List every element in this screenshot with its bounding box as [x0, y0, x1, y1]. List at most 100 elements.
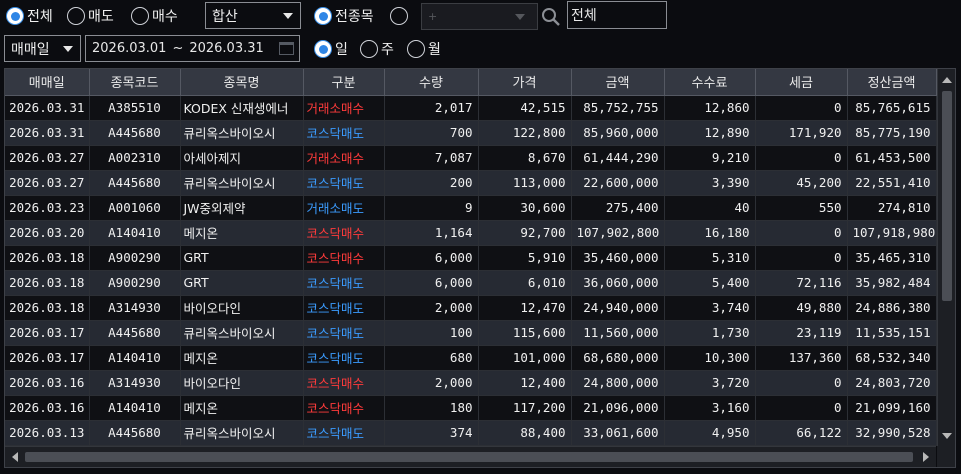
cell-date: 2026.03.18	[5, 295, 90, 321]
radio-indicator	[131, 7, 149, 25]
cell-date: 2026.03.20	[5, 220, 90, 246]
cell-type: 코스닥매도	[303, 345, 385, 371]
table-row[interactable]: 2026.03.13 A445680 큐리옥스바이오시 코스닥매도 374 88,400 3…	[5, 420, 937, 446]
cell-tax: 72,116	[755, 270, 848, 296]
col-header-type[interactable]: 구분	[303, 69, 385, 96]
table-row[interactable]: 2026.03.31 A385510 KODEX 신재생에너 거래소매수 2,017 42…	[5, 95, 937, 121]
col-header-code[interactable]: 종목코드	[89, 69, 181, 96]
table-row[interactable]: 2026.03.17 A445680 큐리옥스바이오시 코스닥매도 100 115,600…	[5, 320, 937, 346]
cell-type: 코스닥매수	[303, 220, 385, 246]
stock-name-value: 전체	[571, 8, 597, 24]
col-header-name[interactable]: 종목명	[180, 69, 304, 96]
scroll-up-icon[interactable]	[942, 77, 952, 83]
table-row[interactable]: 2026.03.18 A900290 GRT 코스닥매도 6,000 6,010 36,06…	[5, 270, 937, 296]
col-header-date[interactable]: 매매일	[5, 69, 90, 96]
cell-amount: 22,600,000	[571, 170, 665, 196]
cell-date: 2026.03.31	[5, 95, 90, 121]
aggregate-select[interactable]: 합산	[205, 2, 301, 29]
cell-price: 12,400	[478, 370, 572, 396]
cell-amount: 11,560,000	[571, 320, 665, 346]
trade-table: 매매일 종목코드 종목명 구분 수량 가격 금액 수수료 세금 정산금액 202…	[5, 69, 937, 446]
cell-settle: 24,803,720	[847, 370, 937, 396]
date-from: 2026.03.01	[92, 41, 167, 56]
stock-search-button[interactable]	[537, 3, 565, 30]
table-row[interactable]: 2026.03.20 A140410 메지온 코스닥매수 1,164 92,700 107,…	[5, 220, 937, 246]
vertical-scrollbar[interactable]	[937, 69, 955, 446]
table-row[interactable]: 2026.03.16 A140410 메지온 코스닥매수 180 117,200 21,09…	[5, 395, 937, 421]
cell-fee: 10,300	[664, 345, 756, 371]
col-header-amount[interactable]: 금액	[571, 69, 665, 96]
cell-name: GRT	[180, 245, 304, 271]
radio-period-week[interactable]: 주	[360, 38, 394, 60]
scroll-right-icon[interactable]	[923, 452, 929, 462]
cell-code: A445680	[89, 120, 181, 146]
table-row[interactable]: 2026.03.18 A900290 GRT 코스닥매수 6,000 5,910 35,46…	[5, 245, 937, 271]
calendar-icon[interactable]	[279, 42, 294, 55]
cell-code: A002310	[89, 145, 181, 171]
radio-single-stock[interactable]	[390, 5, 408, 27]
cell-name: 메지온	[180, 395, 304, 421]
scroll-down-icon[interactable]	[942, 433, 952, 439]
scroll-left-icon[interactable]	[12, 452, 18, 462]
cell-code: A140410	[89, 345, 181, 371]
col-header-price[interactable]: 가격	[478, 69, 572, 96]
cell-name: GRT	[180, 270, 304, 296]
cell-type: 거래소매수	[303, 95, 385, 121]
scroll-thumb[interactable]	[25, 452, 913, 462]
chevron-down-icon	[63, 46, 73, 52]
cell-settle: 61,453,500	[847, 145, 937, 171]
cell-amount: 61,444,290	[571, 145, 665, 171]
cell-qty: 6,000	[384, 245, 479, 271]
col-header-settle[interactable]: 정산금액	[847, 69, 937, 96]
radio-indicator	[407, 40, 425, 58]
cell-fee: 3,720	[664, 370, 756, 396]
cell-name: 메지온	[180, 220, 304, 246]
radio-trade-all[interactable]: 전체	[6, 5, 53, 27]
cell-settle: 107,918,980	[847, 220, 937, 246]
cell-qty: 700	[384, 120, 479, 146]
stock-name-field[interactable]: 전체	[567, 1, 667, 29]
radio-period-day[interactable]: 일	[314, 38, 348, 60]
scroll-thumb[interactable]	[942, 91, 952, 301]
table-row[interactable]: 2026.03.23 A001060 JW중외제약 거래소매도 9 30,600 275,4…	[5, 195, 937, 221]
cell-name: 큐리옥스바이오시	[180, 120, 304, 146]
radio-indicator	[67, 7, 85, 25]
cell-price: 8,670	[478, 145, 572, 171]
horizontal-scrollbar[interactable]	[5, 446, 936, 467]
radio-trade-sell[interactable]: 매도	[67, 5, 114, 27]
cell-tax: 0	[755, 245, 848, 271]
radio-period-month[interactable]: 월	[407, 38, 441, 60]
radio-all-stocks[interactable]: 전종목	[314, 5, 374, 27]
cell-code: A900290	[89, 270, 181, 296]
aggregate-select-value: 합산	[212, 8, 238, 25]
date-range-field[interactable]: 2026.03.01 ~ 2026.03.31	[85, 35, 300, 62]
cell-price: 122,800	[478, 120, 572, 146]
table-row[interactable]: 2026.03.27 A445680 큐리옥스바이오시 코스닥매도 200 113,000…	[5, 170, 937, 196]
col-header-fee[interactable]: 수수료	[664, 69, 756, 96]
cell-price: 6,010	[478, 270, 572, 296]
cell-type: 코스닥매도	[303, 320, 385, 346]
col-header-qty[interactable]: 수량	[384, 69, 479, 96]
cell-amount: 33,061,600	[571, 420, 665, 446]
cell-name: 바이오다인	[180, 295, 304, 321]
cell-code: A140410	[89, 395, 181, 421]
radio-trade-buy[interactable]: 매수	[131, 5, 178, 27]
table-row[interactable]: 2026.03.17 A140410 메지온 코스닥매도 680 101,000 68,68…	[5, 345, 937, 371]
table-row[interactable]: 2026.03.27 A002310 아세아제지 거래소매수 7,087 8,670 61,…	[5, 145, 937, 171]
date-type-select[interactable]: 매매일	[4, 35, 81, 62]
cell-name: 메지온	[180, 345, 304, 371]
stock-code-input[interactable]: +	[421, 3, 538, 30]
cell-price: 5,910	[478, 245, 572, 271]
cell-settle: 85,765,615	[847, 95, 937, 121]
cell-fee: 1,730	[664, 320, 756, 346]
col-header-tax[interactable]: 세금	[755, 69, 848, 96]
radio-label: 매수	[152, 9, 178, 25]
table-row[interactable]: 2026.03.18 A314930 바이오다인 코스닥매도 2,000 12,470 24…	[5, 295, 937, 321]
cell-date: 2026.03.16	[5, 370, 90, 396]
chevron-down-icon	[283, 13, 293, 19]
table-row[interactable]: 2026.03.16 A314930 바이오다인 코스닥매수 2,000 12,400 24…	[5, 370, 937, 396]
table-row[interactable]: 2026.03.31 A445680 큐리옥스바이오시 코스닥매도 700 122,800…	[5, 120, 937, 146]
cell-price: 12,470	[478, 295, 572, 321]
cell-settle: 32,990,528	[847, 420, 937, 446]
cell-settle: 22,551,410	[847, 170, 937, 196]
